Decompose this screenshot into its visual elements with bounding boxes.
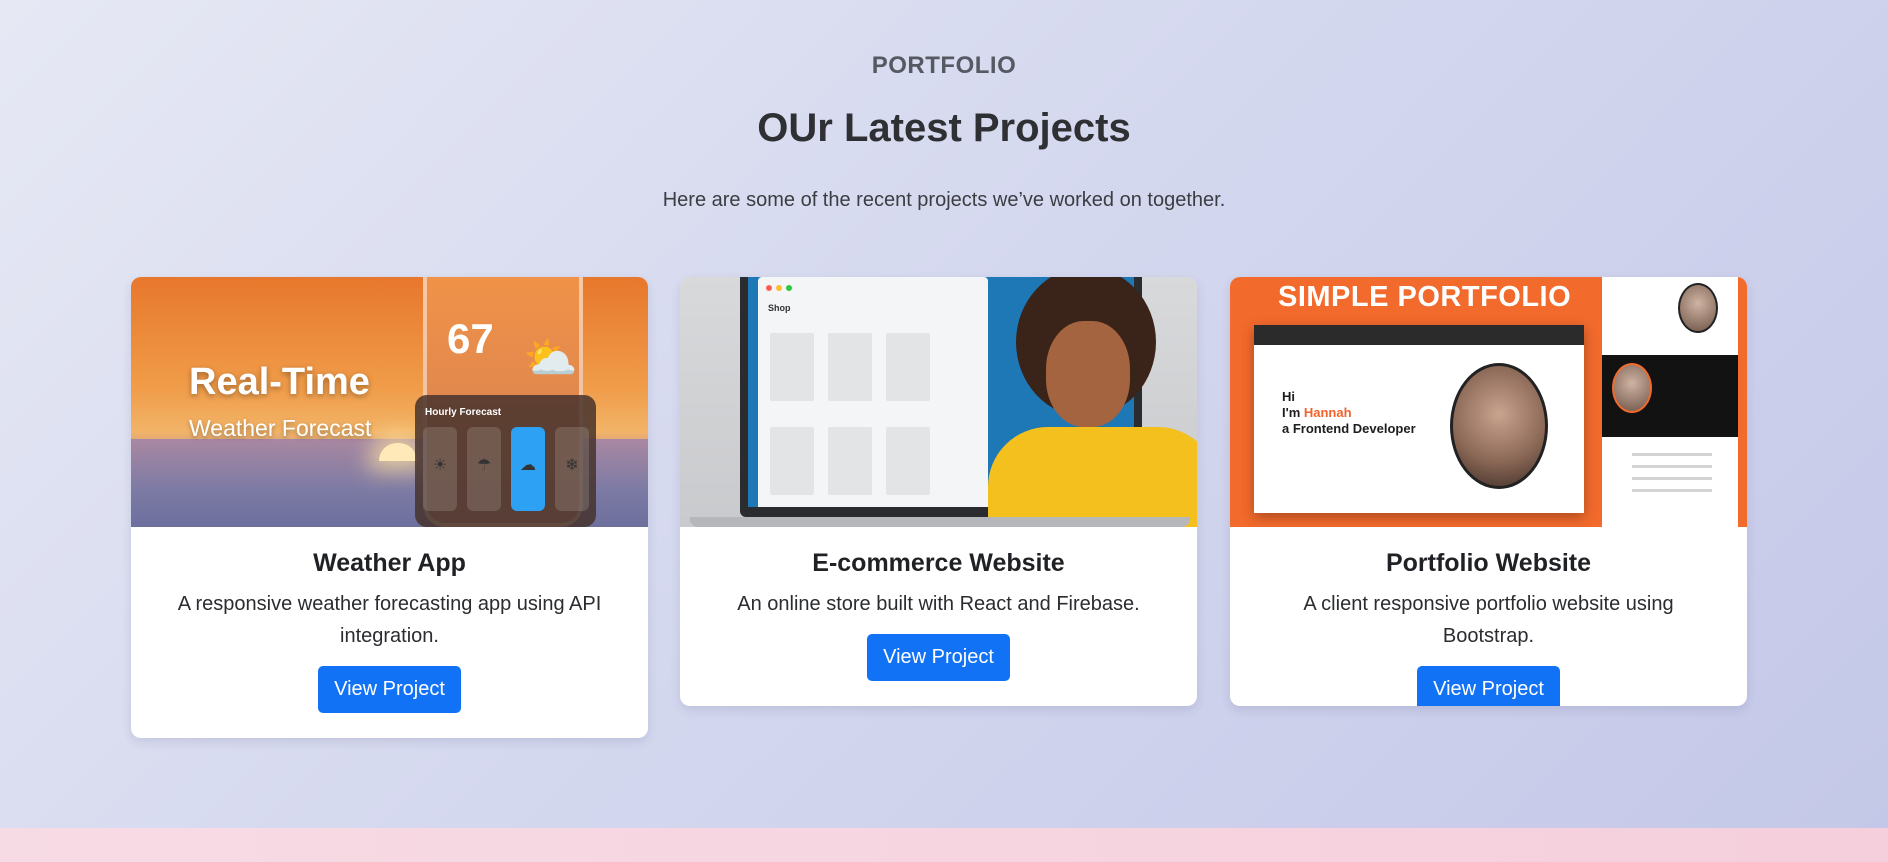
project-description: An online store built with React and Fir… bbox=[737, 593, 1140, 615]
card-body: E-commerce Website An online store built… bbox=[680, 527, 1197, 681]
shop-label: Shop bbox=[768, 303, 791, 313]
desktop-mockup: Hi I'm Hannah a Frontend Developer bbox=[1254, 325, 1584, 513]
hourly-forecast-panel: Hourly Forecast ☀ ☂ ☁ ❄ bbox=[415, 395, 596, 527]
view-project-button[interactable]: View Project bbox=[1417, 666, 1560, 706]
product-tile bbox=[828, 333, 872, 401]
card-body: Weather App A responsive weather forecas… bbox=[131, 527, 648, 713]
thumbnail-headline: Real-Time bbox=[189, 361, 370, 403]
product-tile bbox=[770, 333, 814, 401]
hourly-forecast-title: Hourly Forecast bbox=[425, 407, 502, 418]
mockup-avatar bbox=[1450, 363, 1548, 489]
portfolio-thumbnail: SIMPLE PORTFOLIO Hi I'm Hannah a Fronten… bbox=[1230, 277, 1747, 527]
product-tile bbox=[828, 427, 872, 495]
sun-cloud-icon: ⛅ bbox=[523, 334, 578, 383]
mockup-greeting: Hi I'm Hannah a Frontend Developer bbox=[1282, 389, 1416, 436]
browser-window: Shop bbox=[758, 277, 988, 507]
view-project-button[interactable]: View Project bbox=[318, 666, 461, 713]
product-tile bbox=[886, 427, 930, 495]
portfolio-section: PORTFOLIO OUr Latest Projects Here are s… bbox=[0, 0, 1888, 828]
thumbnail-headline: SIMPLE PORTFOLIO bbox=[1278, 281, 1572, 313]
section-title: OUr Latest Projects bbox=[757, 106, 1131, 150]
project-card-weather-app: Real-Time Weather Forecast 67 ⛅ Hourly F… bbox=[131, 277, 648, 738]
project-title: Portfolio Website bbox=[1385, 549, 1592, 577]
product-tile bbox=[770, 427, 814, 495]
forecast-cell: ☀ bbox=[423, 427, 457, 511]
weather-app-thumbnail: Real-Time Weather Forecast 67 ⛅ Hourly F… bbox=[131, 277, 648, 527]
project-description: A responsive weather forecasting app usi… bbox=[177, 593, 602, 647]
snow-icon: ❄ bbox=[565, 457, 579, 474]
forecast-cell: ☂ bbox=[467, 427, 501, 511]
view-project-button[interactable]: View Project bbox=[867, 634, 1010, 681]
ecommerce-thumbnail: Shop bbox=[680, 277, 1197, 527]
product-tile bbox=[886, 333, 930, 401]
card-body: Portfolio Website A client responsive po… bbox=[1230, 527, 1747, 706]
smiling-woman-photo bbox=[980, 277, 1197, 527]
section-eyebrow: PORTFOLIO bbox=[871, 52, 1017, 79]
forecast-cell: ❄ bbox=[555, 427, 589, 511]
project-card-ecommerce-website: Shop E-commerce Website An online store … bbox=[680, 277, 1197, 706]
section-subtitle: Here are some of the recent projects we’… bbox=[662, 189, 1226, 211]
phone-temperature: 67 bbox=[447, 315, 494, 362]
project-title: E-commerce Website bbox=[812, 549, 1065, 577]
mobile-mockup bbox=[1602, 277, 1738, 527]
project-card-portfolio-website: SIMPLE PORTFOLIO Hi I'm Hannah a Fronten… bbox=[1230, 277, 1747, 706]
project-description: A client responsive portfolio website us… bbox=[1303, 593, 1674, 647]
forecast-cell: ☁ bbox=[511, 427, 545, 511]
rain-icon: ☂ bbox=[476, 457, 492, 474]
next-section-strip bbox=[0, 828, 1888, 862]
sun-icon: ☀ bbox=[432, 457, 448, 474]
project-title: Weather App bbox=[313, 549, 466, 577]
cloud-icon: ☁ bbox=[520, 457, 536, 474]
thumbnail-subheadline: Weather Forecast bbox=[189, 415, 372, 441]
